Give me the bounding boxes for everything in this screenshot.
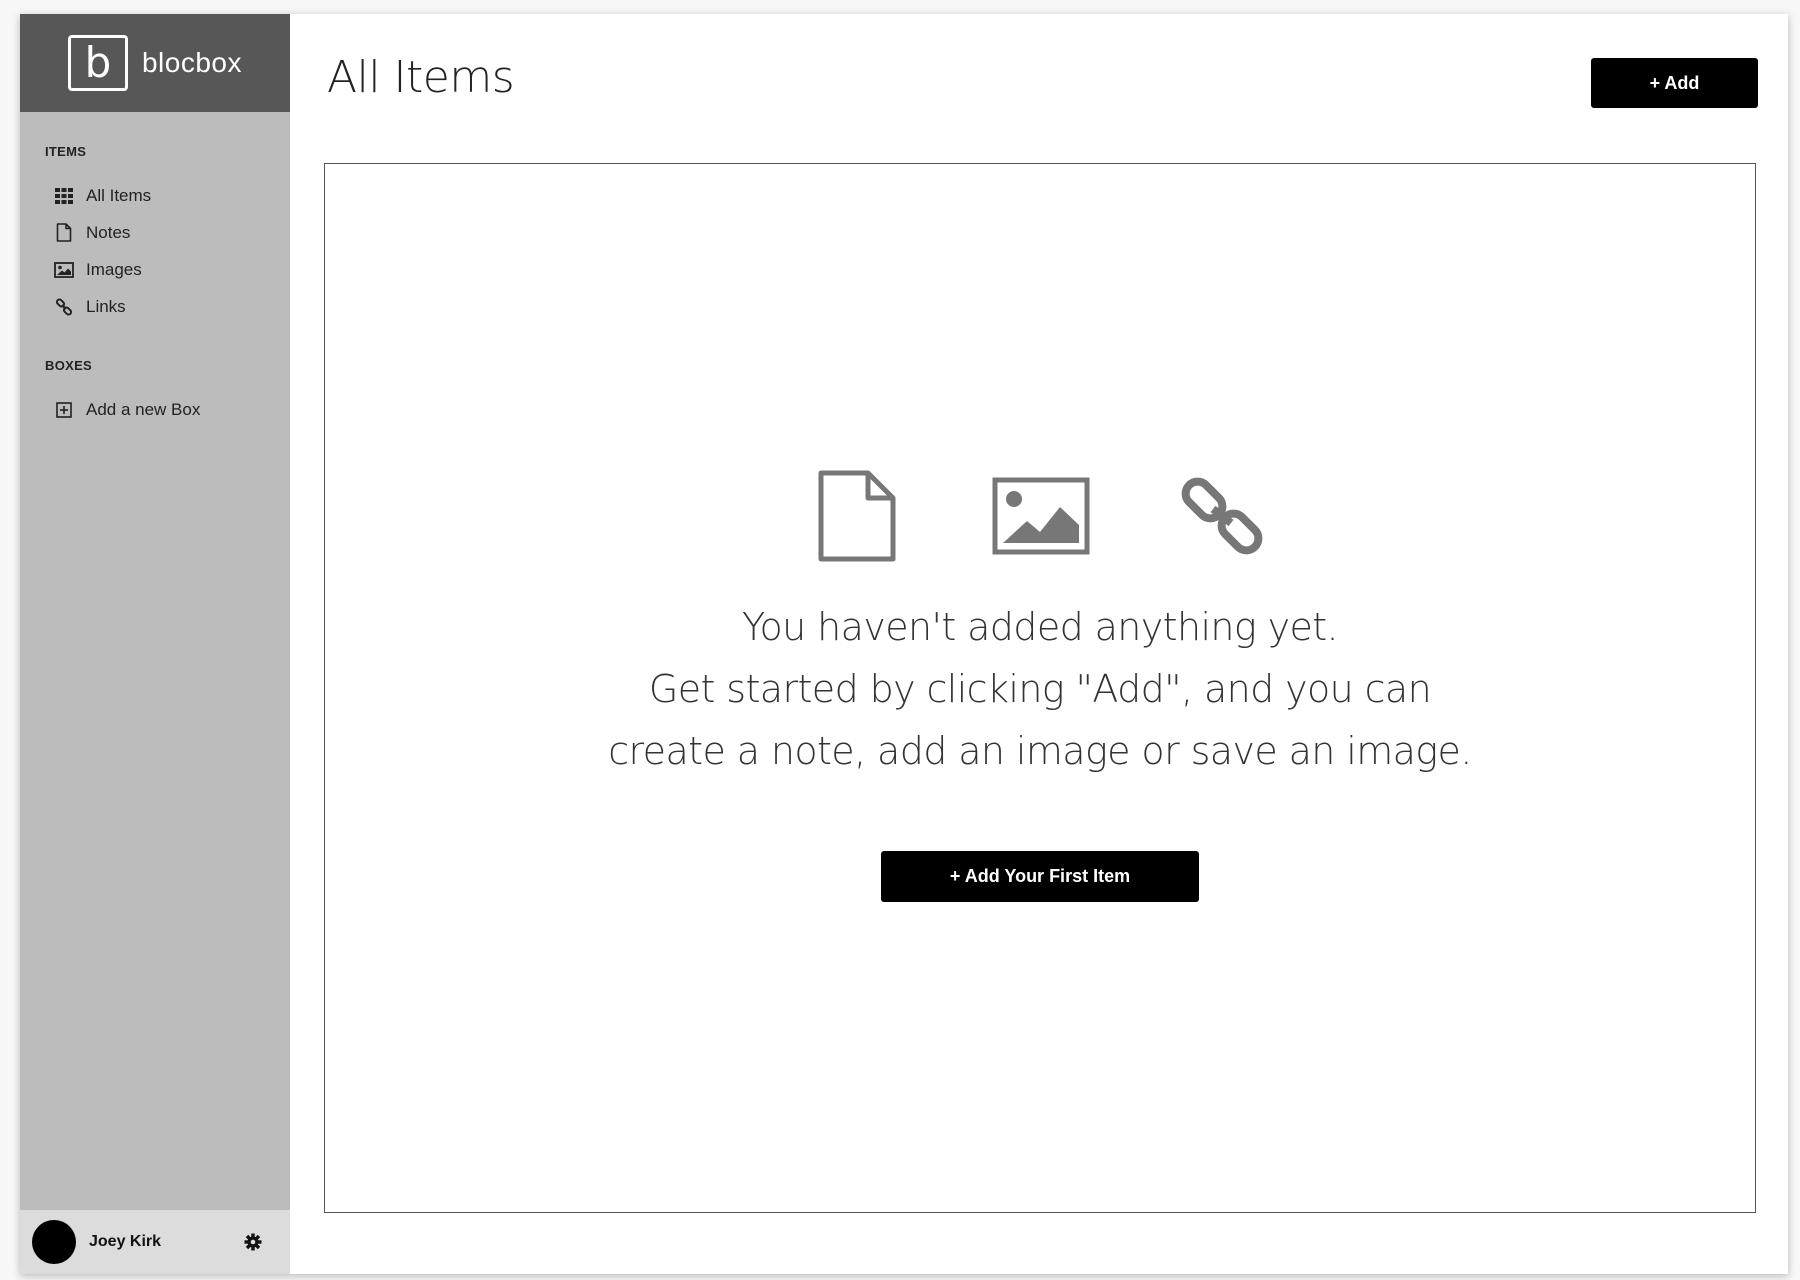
empty-state-line-3: create a note, add an image or save an i…	[608, 729, 1472, 773]
sidebar: b blocbox ITEMS All Items Notes Images L…	[20, 14, 290, 1274]
page-title: All Items	[327, 52, 515, 103]
avatar[interactable]	[32, 1220, 76, 1264]
items-nav: All Items Notes Images Links	[20, 177, 290, 325]
sidebar-item-notes[interactable]: Notes	[20, 214, 290, 251]
link-icon	[54, 297, 74, 317]
brand-name: blocbox	[141, 47, 242, 78]
sidebar-item-links[interactable]: Links	[20, 288, 290, 325]
app-window: b blocbox ITEMS All Items Notes Images L…	[20, 14, 1788, 1274]
empty-state-icons	[325, 470, 1755, 562]
empty-state-panel: You haven't added anything yet. Get star…	[324, 163, 1756, 1213]
link-icon	[1180, 474, 1264, 558]
user-name: Joey Kirk	[89, 1233, 162, 1250]
user-bar: Joey Kirk	[20, 1210, 290, 1274]
file-icon	[54, 223, 74, 243]
logo-mark: b	[67, 35, 128, 91]
empty-state-message: You haven't added anything yet. Get star…	[325, 596, 1755, 782]
add-first-item-button[interactable]: + Add Your First Item	[881, 851, 1199, 902]
sidebar-item-label: Links	[86, 296, 126, 316]
boxes-section-title: BOXES	[45, 358, 93, 373]
add-new-box-button[interactable]: Add a new Box	[20, 391, 290, 428]
brand-header[interactable]: b blocbox	[20, 14, 290, 112]
gear-icon[interactable]	[242, 1231, 264, 1253]
image-icon	[992, 477, 1090, 555]
sidebar-item-images[interactable]: Images	[20, 251, 290, 288]
empty-state-line-1: You haven't added anything yet.	[741, 605, 1339, 649]
boxes-nav: Add a new Box	[20, 391, 290, 428]
grid-icon	[54, 186, 74, 206]
empty-state-line-2: Get started by clicking "Add", and you c…	[648, 667, 1432, 711]
items-section-title: ITEMS	[45, 144, 87, 159]
sidebar-item-all-items[interactable]: All Items	[20, 177, 290, 214]
image-icon	[54, 260, 74, 280]
sidebar-item-label: Notes	[86, 222, 131, 242]
file-icon	[817, 470, 897, 562]
sidebar-item-label: Add a new Box	[86, 399, 201, 419]
sidebar-item-label: All Items	[86, 185, 152, 205]
add-button[interactable]: + Add	[1591, 58, 1758, 108]
sidebar-item-label: Images	[86, 259, 142, 279]
plus-square-icon	[54, 400, 74, 420]
